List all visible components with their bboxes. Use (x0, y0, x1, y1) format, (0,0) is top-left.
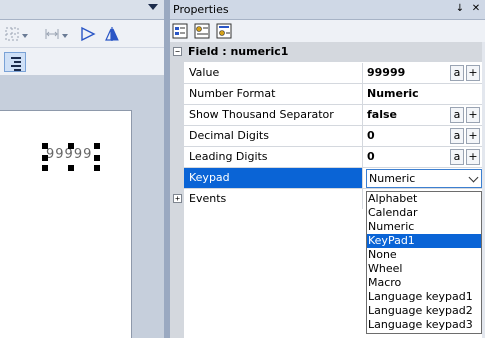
property-value[interactable]: 0 a + (364, 147, 485, 167)
string-editor-button[interactable]: a (450, 149, 464, 165)
properties-toolbar (170, 20, 485, 42)
editor-toolbar-secondary (0, 48, 164, 76)
close-icon[interactable]: ✕ (470, 3, 482, 15)
property-value[interactable]: false a + (364, 105, 485, 125)
property-row-keypad[interactable]: Keypad Numeric (184, 168, 485, 189)
chevron-down-icon[interactable] (148, 4, 158, 10)
keypad-select[interactable]: Numeric (366, 169, 482, 188)
resize-handle[interactable] (68, 165, 74, 171)
string-editor-button[interactable]: a (450, 107, 464, 123)
expression-button[interactable]: + (466, 149, 480, 165)
pin-icon[interactable]: ↓ (454, 3, 466, 15)
flip-horizontal-icon[interactable] (80, 26, 96, 42)
dropdown-option[interactable]: Alphabet (367, 192, 481, 206)
expand-icon[interactable]: + (173, 194, 182, 203)
property-value-text: 99999 (367, 66, 406, 79)
resize-handle[interactable] (42, 143, 48, 149)
resize-handle[interactable] (42, 165, 48, 171)
property-value[interactable]: Numeric (364, 84, 485, 104)
expression-button[interactable]: + (466, 128, 480, 144)
property-value[interactable]: 0 a + (364, 126, 485, 146)
chevron-down-icon[interactable] (22, 34, 28, 38)
resize-handle[interactable] (94, 165, 100, 171)
property-name: Decimal Digits (184, 126, 363, 146)
sort-alphabetical-icon[interactable] (194, 23, 210, 39)
keypad-select-value: Numeric (369, 172, 416, 185)
dropdown-option[interactable]: Macro (367, 276, 481, 290)
dropdown-option[interactable]: None (367, 248, 481, 262)
dropdown-option-selected[interactable]: KeyPad1 (367, 234, 481, 248)
resize-handle[interactable] (94, 155, 100, 161)
dropdown-option[interactable]: Language keypad2 (367, 304, 481, 318)
collapse-icon[interactable]: − (173, 47, 182, 56)
editor-header (0, 0, 164, 20)
property-value[interactable]: Numeric (364, 168, 485, 188)
property-pages-icon[interactable] (216, 23, 232, 39)
chevron-down-icon[interactable] (62, 34, 68, 38)
dropdown-option[interactable]: Wheel (367, 262, 481, 276)
property-value[interactable]: 99999 a + (364, 63, 485, 83)
grid-snap-icon[interactable] (4, 26, 20, 42)
editor-panel: 99999 (0, 0, 164, 338)
align-right-icon (11, 57, 21, 59)
property-name: Show Thousand Separator (184, 105, 363, 125)
string-editor-button[interactable]: a (450, 65, 464, 81)
property-name: Leading Digits (184, 147, 363, 167)
property-name: Events (184, 189, 363, 209)
dropdown-option[interactable]: Calendar (367, 206, 481, 220)
expression-button[interactable]: + (466, 65, 480, 81)
panel-title: Properties (173, 3, 229, 16)
property-value-text: Numeric (367, 87, 419, 100)
expression-button[interactable]: + (466, 107, 480, 123)
design-canvas[interactable]: 99999 (0, 110, 132, 338)
property-name: Value (184, 63, 363, 83)
dropdown-option[interactable]: Numeric (367, 220, 481, 234)
resize-handle[interactable] (94, 143, 100, 149)
sort-categorized-icon[interactable] (172, 23, 188, 39)
property-name: Number Format (184, 84, 363, 104)
property-row-decimal-digits[interactable]: Decimal Digits 0 a + (184, 126, 485, 147)
editor-toolbar (0, 20, 164, 48)
property-value-text: 0 (367, 129, 375, 142)
property-name: Keypad (184, 168, 363, 188)
spacing-icon[interactable] (44, 26, 60, 42)
properties-title-bar: Properties ↓ ✕ (170, 0, 485, 20)
align-right-button[interactable] (4, 52, 26, 72)
keypad-dropdown-list: Alphabet Calendar Numeric KeyPad1 None W… (366, 191, 482, 334)
dropdown-option[interactable]: Language keypad3 (367, 318, 481, 332)
resize-handle[interactable] (68, 143, 74, 149)
chevron-down-icon[interactable] (468, 172, 479, 183)
category-row[interactable]: − Field : numeric1 (170, 42, 485, 62)
category-label: Field : numeric1 (188, 45, 289, 58)
flip-vertical-icon[interactable] (104, 26, 120, 42)
property-row-leading-digits[interactable]: Leading Digits 0 a + (184, 147, 485, 168)
property-row-show-thousand-separator[interactable]: Show Thousand Separator false a + (184, 105, 485, 126)
string-editor-button[interactable]: a (450, 128, 464, 144)
resize-handle[interactable] (42, 155, 48, 161)
property-row-number-format[interactable]: Number Format Numeric (184, 84, 485, 105)
property-value-text: false (367, 108, 397, 121)
property-row-value[interactable]: Value 99999 a + (184, 63, 485, 84)
numeric-field-widget[interactable]: 99999 (46, 147, 92, 162)
property-value-text: 0 (367, 150, 375, 163)
dropdown-option[interactable]: Language keypad1 (367, 290, 481, 304)
